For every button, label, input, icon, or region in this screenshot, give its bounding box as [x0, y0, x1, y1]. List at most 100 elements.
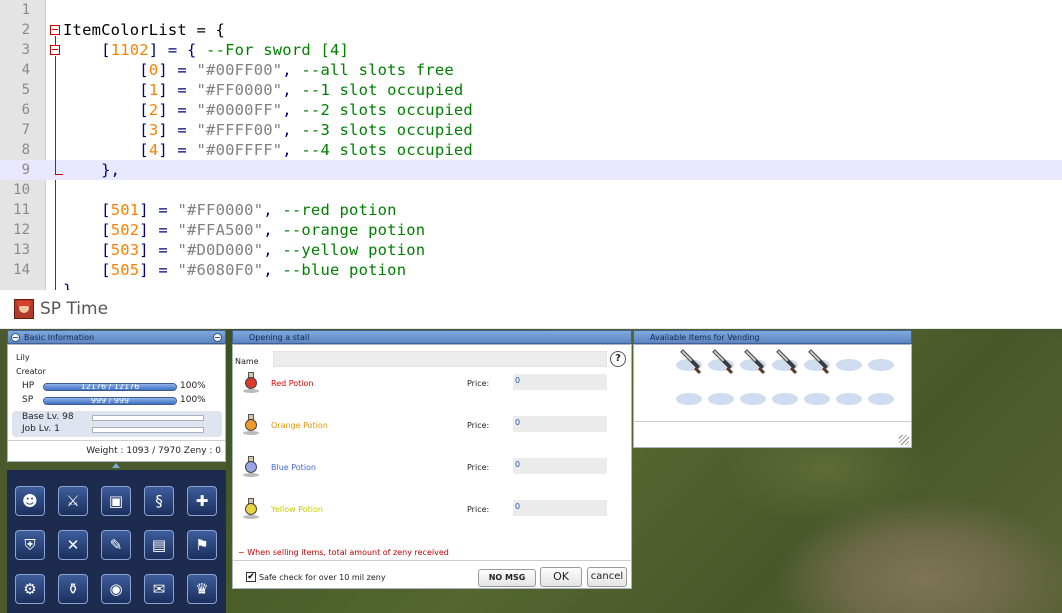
code-token: --4 slots occupied — [301, 141, 473, 159]
potion-icon — [241, 455, 261, 477]
code-line[interactable]: 8 [4] = "#00FFFF", --4 slots occupied — [0, 140, 1062, 160]
price-input[interactable]: 0 — [513, 458, 607, 474]
code-token: ItemColorList = { — [63, 21, 226, 39]
expand-arrow-icon[interactable] — [112, 463, 120, 468]
sp-label: SP — [22, 395, 34, 405]
code-line[interactable]: 7 [3] = "#FFFF00", --3 slots occupied — [0, 120, 1062, 140]
price-input[interactable]: 0 — [513, 500, 607, 516]
price-input[interactable]: 0 — [513, 416, 607, 432]
equipment-icon[interactable]: ⚔ — [58, 486, 88, 516]
code-token: ] = — [139, 221, 178, 239]
sword-icon[interactable] — [805, 349, 831, 375]
code-line[interactable]: 12 [502] = "#FFA500", --orange potion — [0, 220, 1062, 240]
map-icon[interactable]: ▤ — [144, 530, 174, 560]
code-line[interactable]: } — [0, 280, 1062, 290]
item-slot[interactable] — [708, 393, 734, 405]
ok-button[interactable]: OK — [540, 567, 582, 587]
code-line[interactable]: 14 [505] = "#6080F0", --blue potion — [0, 260, 1062, 280]
code-text: }, — [63, 160, 120, 180]
help-icon[interactable]: ? — [610, 351, 626, 367]
cancel-button[interactable]: cancel — [587, 567, 627, 587]
code-text: [501] = "#FF0000", --red potion — [63, 200, 397, 220]
item-slot[interactable] — [836, 359, 862, 371]
basic-info-header[interactable]: Basic Information — [7, 330, 226, 344]
skills-icon[interactable]: § — [144, 486, 174, 516]
code-text: ItemColorList = { — [63, 20, 225, 40]
sword-icon[interactable] — [741, 349, 767, 375]
stall-header[interactable]: Opening a stall — [232, 330, 632, 344]
character-icon[interactable]: ☻ — [15, 486, 45, 516]
sword-icon[interactable] — [773, 349, 799, 375]
guild-icon[interactable]: ⛨ — [15, 530, 45, 560]
stall-name-input[interactable] — [273, 351, 607, 367]
no-msg-button[interactable]: NO MSG — [478, 569, 536, 587]
options-icon[interactable]: ⚙ — [15, 574, 45, 604]
hp-label: HP — [22, 381, 35, 391]
fold-toggle-icon[interactable] — [50, 45, 60, 55]
code-token: "#FFA500" — [177, 221, 264, 239]
window-titlebar[interactable]: SP Time — [0, 290, 1062, 329]
line-number: 11 — [13, 202, 30, 218]
code-token: , — [282, 61, 302, 79]
battle-icon[interactable]: ✕ — [58, 530, 88, 560]
item-slot[interactable] — [740, 393, 766, 405]
code-line[interactable]: 5 [1] = "#FF0000", --1 slot occupied — [0, 80, 1062, 100]
collapse-icon[interactable] — [11, 333, 20, 342]
storage-icon[interactable]: ⚱ — [58, 574, 88, 604]
golf-icon[interactable]: ⚑ — [187, 530, 217, 560]
code-line[interactable]: 10 — [0, 180, 1062, 200]
potion-icon — [241, 371, 261, 393]
item-slot[interactable] — [868, 359, 894, 371]
code-token: , — [263, 221, 283, 239]
code-line[interactable]: 1 — [0, 0, 1062, 20]
item-slot[interactable] — [772, 393, 798, 405]
code-text: [3] = "#FFFF00", --3 slots occupied — [63, 120, 473, 140]
fold-line — [55, 180, 56, 290]
party-icon[interactable]: ✚ — [187, 486, 217, 516]
item-slot[interactable] — [836, 393, 862, 405]
quest-icon[interactable]: ✎ — [101, 530, 131, 560]
item-slot[interactable] — [868, 393, 894, 405]
safe-check-checkbox[interactable]: ✔ — [246, 572, 256, 582]
code-line[interactable]: 4 [0] = "#00FF00", --all slots free — [0, 60, 1062, 80]
code-token: ] = — [139, 201, 178, 219]
code-token: ] = — [158, 121, 197, 139]
code-token: [ — [139, 141, 149, 159]
stall-item-name: Yellow Potion — [271, 505, 323, 514]
items-icon[interactable]: ▣ — [101, 486, 131, 516]
mail-icon[interactable]: ✉ — [144, 574, 174, 604]
trophy-icon[interactable]: ♛ — [187, 574, 217, 604]
code-line[interactable]: 9 }, — [0, 160, 1062, 180]
code-line[interactable]: 2 ItemColorList = { — [0, 20, 1062, 40]
vending-header[interactable]: Available Items for Vending — [633, 330, 912, 344]
item-slot[interactable] — [676, 393, 702, 405]
code-token: ] = { — [148, 41, 207, 59]
sword-icon[interactable] — [709, 349, 735, 375]
code-line[interactable]: 13 [503] = "#D0D000", --yellow potion — [0, 240, 1062, 260]
camera-icon[interactable]: ◉ — [101, 574, 131, 604]
resize-grip-icon[interactable] — [899, 435, 909, 445]
minimize-icon[interactable] — [213, 333, 222, 342]
code-line[interactable]: 3 [1102] = { --For sword [4] — [0, 40, 1062, 60]
item-slot[interactable] — [804, 393, 830, 405]
code-token: [ — [139, 101, 149, 119]
code-token: "#FFFF00" — [196, 121, 283, 139]
price-input[interactable]: 0 — [513, 374, 607, 390]
basic-info-panel: Lily Creator HP 12176 / 12176 100% SP 99… — [7, 344, 226, 462]
code-line[interactable]: 11 [501] = "#FF0000", --red potion — [0, 200, 1062, 220]
app-icon — [14, 299, 34, 319]
code-text: [1] = "#FF0000", --1 slot occupied — [63, 80, 463, 100]
code-token: ] = — [139, 261, 178, 279]
price-label: Price: — [467, 505, 490, 514]
code-token: 2 — [148, 101, 159, 119]
code-line[interactable]: 6 [2] = "#0000FF", --2 slots occupied — [0, 100, 1062, 120]
game-window: SP Time Basic Information Lily Creator H… — [0, 290, 1062, 613]
sword-icon[interactable] — [677, 349, 703, 375]
code-editor[interactable]: 1 2 ItemColorList = {3 [1102] = { --For sw… — [0, 0, 1062, 290]
fold-toggle-icon[interactable] — [50, 25, 60, 35]
line-number: 9 — [21, 162, 30, 178]
